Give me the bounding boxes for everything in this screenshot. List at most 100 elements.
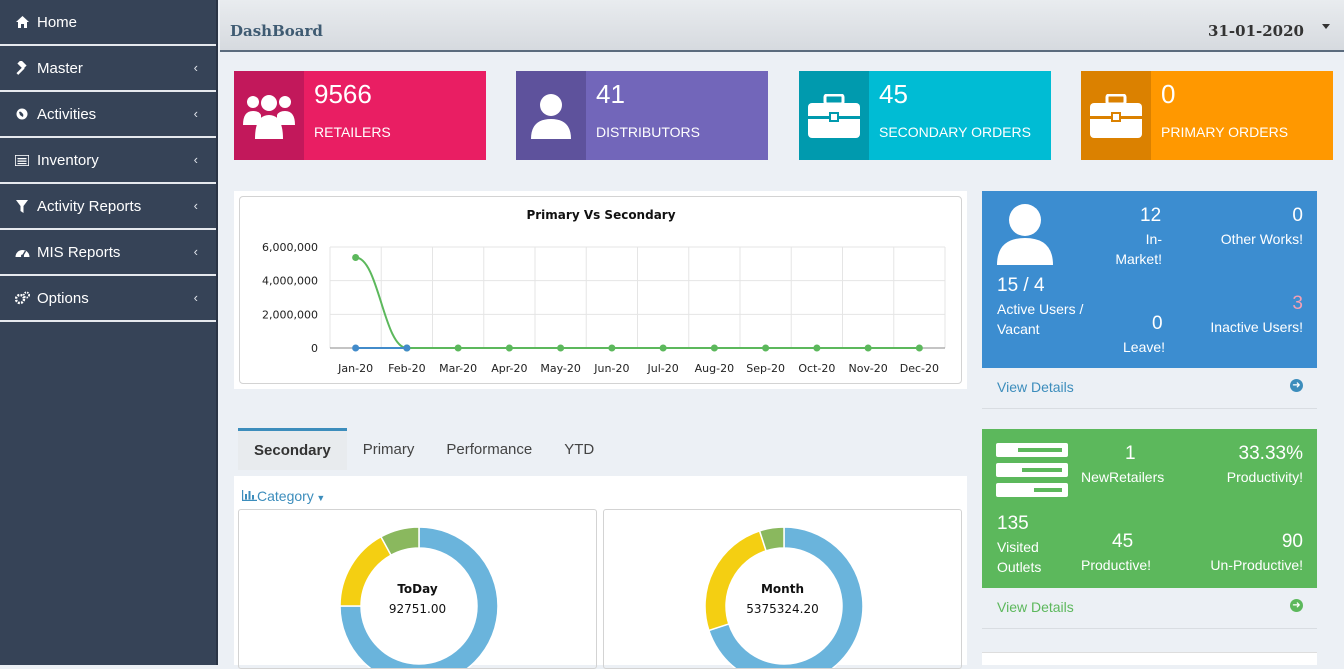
- sidebar-item-options[interactable]: Options ‹: [0, 276, 216, 322]
- secondary-orders-count: 45: [879, 79, 908, 109]
- globe-icon: [14, 106, 30, 122]
- distributors-label: DISTRIBUTORS: [596, 124, 700, 140]
- chevron-left-icon: ‹: [193, 244, 198, 259]
- user-icon: [516, 71, 586, 160]
- data-point: [813, 344, 821, 352]
- x-tick-label: Mar-20: [439, 362, 477, 375]
- data-point: [864, 344, 872, 352]
- productivity-label: Productivity!: [1226, 469, 1303, 485]
- sidebar-item-label: Master: [37, 59, 83, 77]
- leave-count: 0: [1152, 313, 1163, 334]
- donut-value: 92751.00: [388, 602, 447, 616]
- new-retailers-label: NewRetailers: [1081, 469, 1165, 485]
- caret-down-icon: ▼: [313, 493, 326, 503]
- inactive-users-count: 3: [1292, 293, 1303, 314]
- briefcase-icon: [1081, 71, 1151, 160]
- gavel-icon: [14, 60, 30, 76]
- productive-label: Productive!: [1081, 557, 1152, 573]
- visited-outlets-label: Visited Outlets: [997, 539, 1042, 575]
- in-market-label: In-Market!: [1115, 231, 1162, 267]
- data-point: [762, 344, 770, 352]
- y-tick-label: 0: [311, 342, 318, 355]
- view-details-link[interactable]: View Details: [997, 379, 1074, 395]
- active-users-count: 15 / 4: [997, 275, 1045, 296]
- x-tick-label: Sep-20: [746, 362, 785, 375]
- chevron-left-icon: ‹: [193, 152, 198, 167]
- data-point: [505, 344, 513, 352]
- primary-orders-label: PRIMARY ORDERS: [1161, 124, 1289, 140]
- bar-chart-icon: [242, 488, 257, 504]
- active-users-label: Active Users / Vacant: [997, 301, 1084, 337]
- donut-title: Month: [760, 582, 804, 596]
- category-label: Category: [257, 488, 314, 504]
- arrow-circle-right-icon[interactable]: ➜: [1290, 599, 1303, 612]
- x-tick-label: May-20: [540, 362, 581, 375]
- sidebar-item-inventory[interactable]: Inventory ‹: [0, 138, 216, 184]
- data-point: [557, 344, 565, 352]
- view-details-link[interactable]: View Details: [997, 599, 1074, 615]
- data-point: [608, 344, 616, 352]
- tab-performance[interactable]: Performance: [430, 428, 548, 470]
- category-dropdown[interactable]: Category ▼: [242, 488, 325, 504]
- chart-panel: Primary Vs Secondary 6,000,000 4,000,000 2,…: [234, 191, 967, 389]
- retailers-label: RETAILERS: [314, 124, 391, 140]
- tab-primary[interactable]: Primary: [347, 428, 431, 470]
- y-tick-label: 6,000,000: [262, 241, 318, 254]
- sidebar-item-activities[interactable]: Activities ‹: [0, 92, 216, 138]
- x-tick-label: Feb-20: [388, 362, 425, 375]
- un-productive-count: 90: [1281, 531, 1303, 552]
- sidebar-item-home[interactable]: Home: [0, 0, 216, 46]
- sidebar-item-activity-reports[interactable]: Activity Reports ‹: [0, 184, 216, 230]
- filter-icon: [14, 198, 30, 214]
- sidebar-item-label: MIS Reports: [37, 243, 121, 261]
- data-point: [403, 344, 411, 352]
- month-donut-chart: Month 5375324.20: [603, 509, 962, 669]
- retailers-tile[interactable]: 9566 RETAILERS: [234, 71, 486, 160]
- donut-value: 5375324.20: [746, 602, 819, 616]
- chevron-left-icon: ‹: [193, 106, 198, 121]
- secondary-orders-tile[interactable]: 45 SECONDARY ORDERS: [799, 71, 1051, 160]
- in-market-count: 12: [1140, 205, 1162, 226]
- chevron-left-icon: ‹: [193, 60, 198, 75]
- server-icon: [996, 443, 1068, 504]
- primary-orders-tile[interactable]: 0 PRIMARY ORDERS: [1081, 71, 1333, 160]
- x-tick-label: Oct-20: [798, 362, 835, 375]
- inactive-users-label: Inactive Users!: [1210, 319, 1303, 335]
- donut-title: ToDay: [397, 582, 438, 596]
- data-point: [659, 344, 667, 352]
- line-chart-svg: Primary Vs Secondary 6,000,000 4,000,000 2,…: [262, 208, 946, 375]
- sidebar-item-master[interactable]: Master ‹: [0, 46, 216, 92]
- distributors-tile[interactable]: 41 DISTRIBUTORS: [516, 71, 768, 160]
- users-card-body: 12 In-Market! 0 Other Works! 15 / 4 Acti…: [982, 191, 1317, 368]
- data-point: [352, 344, 360, 352]
- data-point: [352, 254, 360, 262]
- productivity-value: 33.33%: [1238, 443, 1303, 464]
- x-tick-label: Apr-20: [491, 362, 527, 375]
- arrow-circle-right-icon[interactable]: ➜: [1290, 379, 1303, 392]
- tab-ytd[interactable]: YTD: [548, 428, 610, 470]
- chevron-left-icon: ‹: [193, 198, 198, 213]
- x-tick-label: Dec-20: [900, 362, 939, 375]
- caret-down-icon[interactable]: [1322, 24, 1330, 29]
- x-tick-label: Nov-20: [849, 362, 888, 375]
- x-tick-label: Jun-20: [593, 362, 629, 375]
- data-point: [454, 344, 462, 352]
- visited-outlets-count: 135: [997, 513, 1029, 534]
- data-point: [710, 344, 718, 352]
- sidebar-item-mis-reports[interactable]: MIS Reports ‹: [0, 230, 216, 276]
- x-tick-label: Jan-20: [337, 362, 373, 375]
- date-selector[interactable]: 31-01-2020: [1208, 22, 1304, 40]
- today-donut-chart: ToDay 92751.00: [238, 509, 597, 669]
- home-icon: [14, 14, 30, 30]
- sidebar: Home Master ‹ Activities ‹ Inventory ‹ A…: [0, 0, 218, 665]
- sidebar-item-label: Options: [37, 289, 89, 307]
- un-productive-label: Un-Productive!: [1210, 557, 1303, 573]
- other-works-label: Other Works!: [1220, 231, 1303, 247]
- briefcase-icon: [799, 71, 869, 160]
- top-bar: DashBoard 31-01-2020: [220, 0, 1344, 52]
- tab-secondary[interactable]: Secondary: [238, 428, 347, 470]
- retailers-count: 9566: [314, 79, 372, 109]
- sidebar-item-label: Home: [37, 13, 78, 31]
- retailers-summary-card: 1 NewRetailers 33.33% Productivity! 135 …: [982, 429, 1317, 629]
- sidebar-item-label: Activities: [37, 105, 97, 123]
